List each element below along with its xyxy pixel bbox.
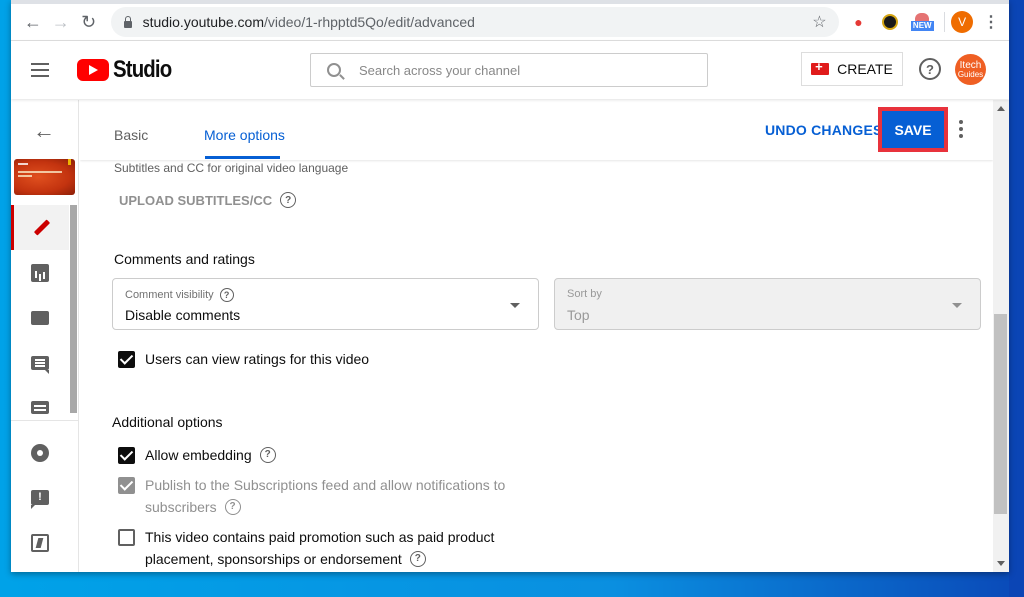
publish-feed-checkbox [118,477,135,494]
channel-avatar[interactable]: Itech Guides [955,54,986,85]
channel-search [310,53,708,87]
arrow-right-icon: → [51,11,70,32]
allow-embedding-checkbox[interactable] [118,447,135,464]
scroll-down-arrow-icon[interactable] [997,561,1005,566]
nav-item-comments[interactable] [11,340,69,385]
create-label: CREATE [837,61,893,77]
pencil-icon [33,219,50,236]
subtitles-icon [31,401,49,414]
sort-by-select[interactable]: Sort by Top [554,278,981,330]
help-icon[interactable]: ? [919,58,941,80]
nav-divider [11,420,79,421]
help-icon[interactable]: ? [259,447,276,463]
forward-button[interactable]: → [47,8,75,36]
nav-item-feedback[interactable]: ! [11,475,69,520]
address-bar[interactable]: studio.youtube.com/video/1-rhpptd5Qo/edi… [110,7,839,37]
dropdown-caret-icon [510,303,520,308]
desktop-background [1009,0,1024,597]
browser-menu-icon[interactable]: ⋮ [981,12,1001,32]
exit-icon [31,533,49,552]
help-icon[interactable]: ? [224,499,241,515]
back-button[interactable]: ← [19,8,47,36]
search-input[interactable] [359,62,679,78]
browser-toolbar: ← → ↻ studio.youtube.com/video/1-rhpptd5… [11,4,1009,41]
scroll-up-arrow-icon[interactable] [997,106,1005,111]
save-highlight: SAVE [878,107,948,152]
allow-embedding-row[interactable]: Allow embedding ? [118,444,276,466]
profile-avatar[interactable]: V [951,11,974,33]
arrow-left-icon: ← [23,11,42,32]
edit-tabbar: Basic More options UNDO CHANGES SAVE [80,100,993,160]
page-scrollbar[interactable] [993,100,1009,572]
url-host: studio.youtube.com [142,14,264,30]
save-button[interactable]: SAVE [882,111,944,148]
feedback-icon: ! [31,490,49,509]
comment-visibility-value: Disable comments [125,307,241,323]
reload-icon: ↻ [81,11,97,32]
help-icon[interactable]: ? [280,192,297,208]
clapperboard-icon [31,310,49,325]
back-arrow-icon[interactable]: ← [33,118,55,144]
publish-feed-row: Publish to the Subscriptions feed and al… [118,474,505,518]
upload-subtitles-button[interactable]: UPLOAD SUBTITLES/CC ? [119,192,297,208]
bookmark-star-icon[interactable]: ☆ [812,12,826,32]
studio-logo[interactable]: Studio [77,56,182,84]
nav-item-editor[interactable] [11,295,69,340]
nav-item-details[interactable] [11,205,69,250]
video-camera-icon [811,59,830,75]
subtitles-description: Subtitles and CC for original video lang… [114,161,349,175]
dropdown-caret-icon [952,303,962,308]
tab-more-options[interactable]: More options [204,127,285,143]
help-icon[interactable]: ? [219,288,234,302]
edit-content: Basic More options UNDO CHANGES SAVE Sub… [80,100,993,572]
nav-item-classic[interactable] [11,520,69,565]
comment-icon [31,355,49,374]
paid-promotion-checkbox[interactable] [118,529,135,546]
undo-changes-button[interactable]: UNDO CHANGES [765,122,883,138]
create-button[interactable]: CREATE [801,52,903,86]
browser-window: ← → ↻ studio.youtube.com/video/1-rhpptd5… [11,0,1009,572]
red-extension-icon[interactable]: ● [847,10,871,34]
nav-scrollbar[interactable] [70,205,77,413]
tab-basic[interactable]: Basic [114,127,148,143]
left-nav: ← ! [11,100,79,572]
new-extension-icon[interactable]: NEW [910,10,934,34]
video-thumbnail[interactable] [14,159,75,195]
gear-icon [31,443,49,462]
ratings-checkbox[interactable] [118,351,135,368]
search-icon[interactable] [327,63,341,77]
additional-options-title: Additional options [112,414,223,430]
comments-ratings-title: Comments and ratings [114,251,255,267]
active-tab-indicator [205,156,280,159]
help-icon[interactable]: ? [409,551,426,567]
scrollbar-thumb[interactable] [994,314,1007,514]
ratings-checkbox-row[interactable]: Users can view ratings for this video [118,348,369,370]
reload-button[interactable]: ↻ [75,8,103,36]
comment-visibility-select[interactable]: Comment visibility? Disable comments [112,278,539,330]
ball-extension-icon[interactable] [878,10,902,34]
new-badge: NEW [910,21,934,31]
lock-icon [123,16,133,28]
nav-item-subtitles[interactable] [11,385,69,430]
hamburger-menu-icon[interactable] [31,63,55,77]
analytics-icon [31,263,49,282]
url-path: /video/1-rhpptd5Qo/edit/advanced [263,14,475,30]
more-actions-icon[interactable] [956,120,966,138]
youtube-play-icon [77,59,109,81]
nav-item-analytics[interactable] [11,250,69,295]
logo-text: Studio [113,56,172,83]
sort-by-value: Top [567,307,590,323]
nav-item-settings[interactable] [11,430,69,475]
paid-promotion-row[interactable]: This video contains paid promotion such … [118,526,494,570]
studio-header: Studio CREATE ? Itech Guides [11,41,1009,99]
toolbar-separator [944,12,946,32]
